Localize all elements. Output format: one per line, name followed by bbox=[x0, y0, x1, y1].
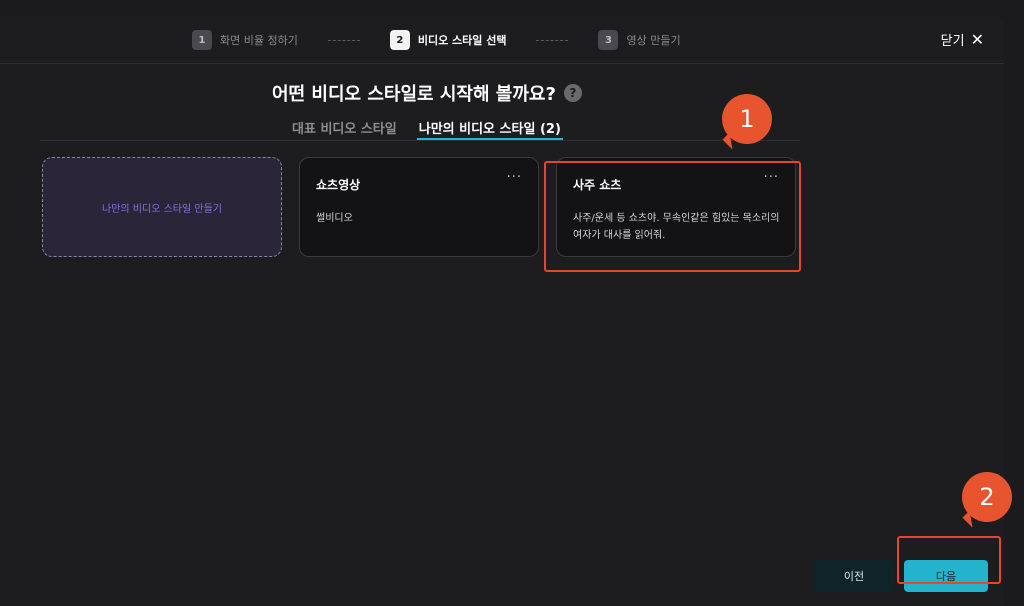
tab-my-styles[interactable]: 나만의 비디오 스타일 (2) bbox=[416, 118, 563, 140]
page-title-text: 어떤 비디오 스타일로 시작해 볼까요? bbox=[272, 84, 556, 105]
annotation-badge-1: 1 bbox=[722, 94, 772, 144]
highlight-box-card bbox=[544, 161, 801, 272]
create-style-card[interactable]: 나만의 비디오 스타일 만들기 bbox=[42, 157, 282, 257]
style-card-shorts[interactable]: 쇼츠영상 ··· 썰비디오 bbox=[299, 157, 539, 257]
help-icon[interactable]: ? bbox=[563, 84, 582, 102]
style-tabs: 대표 비디오 스타일 나만의 비디오 스타일 (2) bbox=[290, 118, 581, 140]
step-divider bbox=[536, 39, 569, 41]
step-header: 1 화면 비율 정하기 2 비디오 스타일 선택 3 영상 만들기 닫기 ✕ bbox=[0, 16, 1004, 64]
step-3: 3 영상 만들기 bbox=[598, 30, 681, 50]
step-number: 1 bbox=[192, 30, 212, 50]
tab-divider bbox=[40, 140, 800, 141]
step-1: 1 화면 비율 정하기 bbox=[192, 30, 298, 50]
stepper: 1 화면 비율 정하기 2 비디오 스타일 선택 3 영상 만들기 bbox=[192, 16, 681, 64]
step-number: 2 bbox=[389, 30, 410, 50]
close-button[interactable]: 닫기 ✕ bbox=[941, 30, 984, 49]
annotation-badge-2: 2 bbox=[962, 472, 1012, 522]
style-select-modal: 1 화면 비율 정하기 2 비디오 스타일 선택 3 영상 만들기 닫기 ✕ 어… bbox=[0, 16, 1004, 606]
step-number: 3 bbox=[598, 30, 619, 50]
step-divider bbox=[327, 39, 360, 41]
more-icon[interactable]: ··· bbox=[507, 170, 522, 185]
page-title: 어떤 비디오 스타일로 시작해 볼까요? ? bbox=[272, 80, 602, 106]
step-label: 영상 만들기 bbox=[626, 34, 681, 47]
card-title: 쇼츠영상 bbox=[316, 178, 361, 192]
create-style-label: 나만의 비디오 스타일 만들기 bbox=[102, 203, 222, 215]
step-2: 2 비디오 스타일 선택 bbox=[389, 30, 507, 50]
card-description: 썰비디오 bbox=[316, 213, 353, 224]
step-label: 비디오 스타일 선택 bbox=[417, 34, 507, 47]
highlight-box-next bbox=[897, 536, 1001, 584]
close-icon: ✕ bbox=[970, 29, 984, 49]
close-label: 닫기 bbox=[940, 34, 965, 49]
prev-button[interactable]: 이전 bbox=[814, 560, 894, 592]
step-label: 화면 비율 정하기 bbox=[220, 34, 298, 47]
tab-featured-styles[interactable]: 대표 비디오 스타일 bbox=[290, 118, 399, 140]
